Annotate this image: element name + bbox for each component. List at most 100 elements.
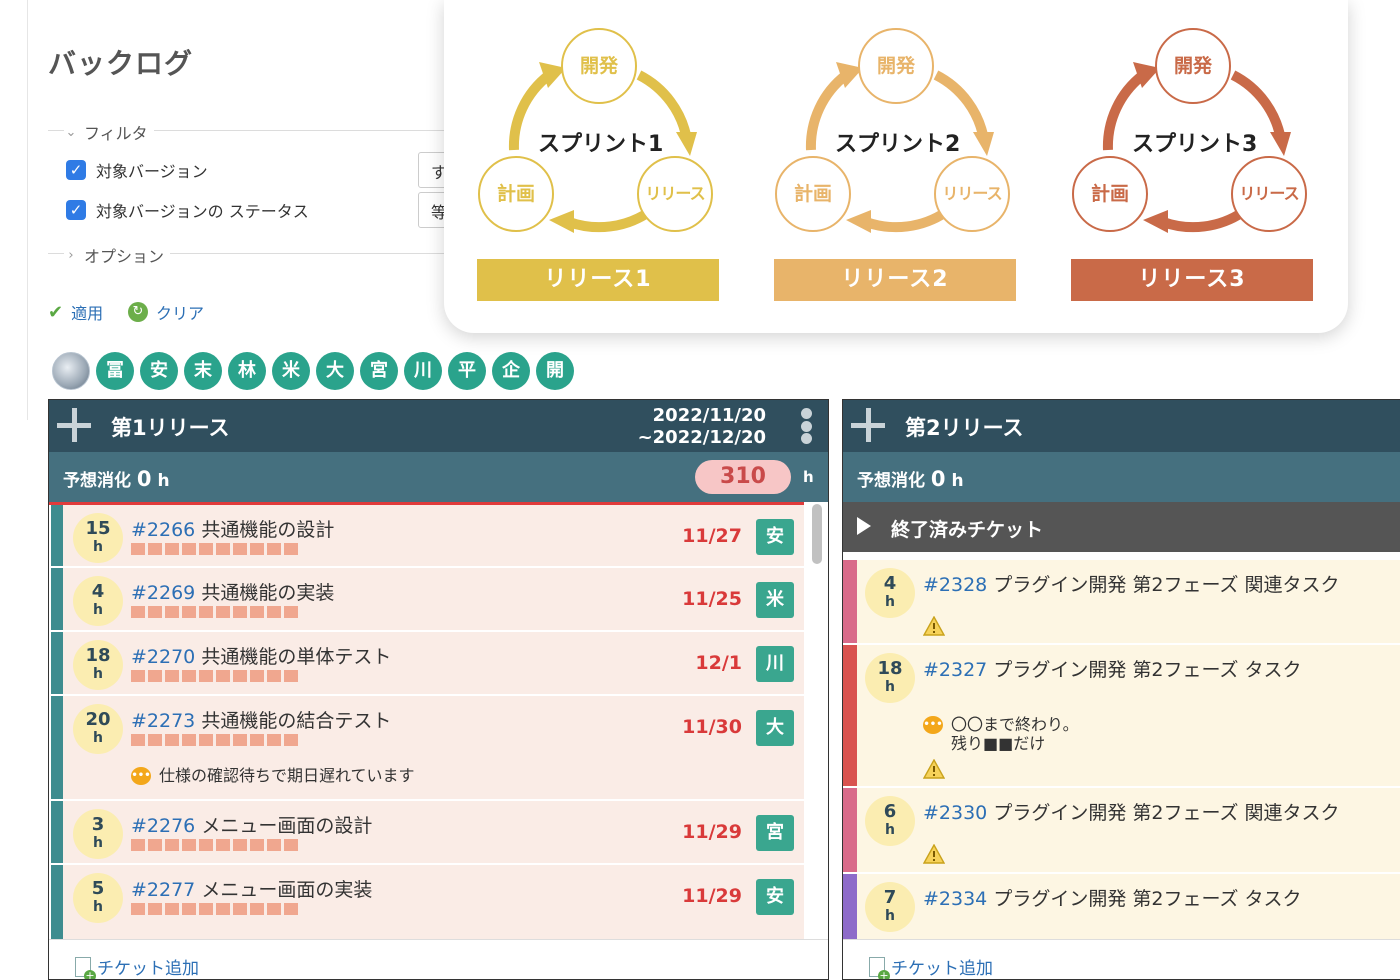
filter-legend-label: フィルタ [84,124,148,143]
add-document-icon [869,956,890,979]
ticket-subject: 共通機能の結合テスト [201,710,392,732]
apply-label: 適用 [71,304,104,323]
member-avatar[interactable]: 安 [140,352,178,390]
hours-value: 20 [85,709,111,730]
user-photo-avatar[interactable] [52,352,90,390]
ticket-id-link[interactable]: #2334 [923,888,987,910]
plus-icon[interactable] [851,408,885,442]
ticket-id-link[interactable]: #2269 [131,582,195,604]
member-avatar[interactable]: 川 [404,352,442,390]
assignee-badge[interactable]: 安 [756,519,794,555]
capacity-badge: 310 [695,460,791,494]
ticket-comment-text: 仕様の確認待ちで期日遅れています [159,766,415,785]
cycle-node-dev: 開発 [1155,28,1231,104]
release-end-date: ~2022/12/20 [637,427,766,448]
member-avatar[interactable]: 企 [492,352,530,390]
ticket-title: #2334 プラグイン開発 第2フェーズ タスク [923,884,1302,911]
ticket-id-link[interactable]: #2330 [923,802,987,824]
left-divider [27,0,28,420]
estimate: 予想消化 0 h [63,466,170,491]
release-title: 第1リリース [111,416,230,440]
due-date: 11/30 [682,716,742,738]
ticket-id-link[interactable]: #2270 [131,646,195,668]
ticket-card[interactable]: 5h #2277 メニュー画面の実装 11/29 安 [51,865,804,939]
checkbox-checked-icon[interactable]: ✓ [66,160,86,180]
closed-tickets-toggle[interactable]: 終了済みチケット [843,502,1400,552]
checkbox-checked-icon[interactable]: ✓ [66,200,86,220]
member-avatar[interactable]: 林 [228,352,266,390]
ticket-title: #2270 共通機能の単体テスト [131,642,391,669]
member-avatars: 冨 安 末 林 米 大 宮 川 平 企 開 [52,352,574,390]
ticket-id-link[interactable]: #2328 [923,574,987,596]
progress-blocks [131,839,298,851]
assignee-badge[interactable]: 宮 [756,815,794,851]
ticket-subject: プラグイン開発 第2フェーズ タスク [993,659,1302,681]
release-bar: リリース2 [774,259,1016,301]
ticket-title: #2269 共通機能の実装 [131,578,334,605]
filter-legend[interactable]: ⌄ フィルタ [64,120,154,144]
estimate-unit: h [951,471,964,491]
kebab-menu-icon[interactable] [800,408,812,444]
ticket-card[interactable]: 4h #2269 共通機能の実装 11/25 米 [51,568,804,632]
ticket-subject: 共通機能の単体テスト [201,646,392,668]
hours-unit: h [885,594,895,610]
release-start-date: 2022/11/20 [652,405,766,426]
closed-tickets-label: 終了済みチケット [891,519,1044,541]
ticket-subject: メニュー画面の設計 [201,815,373,837]
ticket-id-link[interactable]: #2276 [131,815,195,837]
ticket-comment: ••• 〇〇まで終わり。 残り■■だけ [923,715,1079,753]
member-avatar[interactable]: 開 [536,352,574,390]
sprint-name: スプリント1 [538,132,664,157]
ticket-id-link[interactable]: #2273 [131,710,195,732]
ticket-color-bar [51,801,63,863]
clear-button[interactable]: ↻ クリア [128,300,204,324]
comment-bubble-icon: ••• [131,767,151,785]
ticket-subject: プラグイン開発 第2フェーズ タスク [993,888,1302,910]
ticket-id-link[interactable]: #2327 [923,659,987,681]
assignee-badge[interactable]: 川 [756,646,794,682]
member-avatar[interactable]: 冨 [96,352,134,390]
apply-button[interactable]: ✔ 適用 [48,300,103,324]
ticket-list-scrollbar[interactable] [812,504,822,564]
hours-value: 3 [91,814,105,835]
ticket-card[interactable]: 20 h #2273 共通機能の結合テスト 11/30 大 ••• 仕様の確認待ち… [51,696,804,801]
release-header: 第1リリース 2022/11/20 ~2022/12/20 [49,400,828,452]
ticket-color-bar [843,788,857,872]
release-footer: チケット追加 [843,939,1400,979]
assignee-badge[interactable]: 安 [756,879,794,915]
assignee-badge[interactable]: 米 [756,582,794,618]
filter-row-version[interactable]: ✓ 対象バージョン [66,158,208,182]
ticket-subject: 共通機能の実装 [201,582,335,604]
ticket-card[interactable]: 6h #2330 プラグイン開発 第2フェーズ 関連タスク [843,788,1400,874]
hours-unit: h [93,539,103,555]
add-ticket-button[interactable]: チケット追加 [75,954,199,979]
hours-unit: h [93,666,103,682]
member-avatar[interactable]: 宮 [360,352,398,390]
ticket-card[interactable]: 4h #2328 プラグイン開発 第2フェーズ 関連タスク [843,560,1400,645]
plus-icon[interactable] [57,408,91,442]
member-avatar[interactable]: 大 [316,352,354,390]
cycle-node-release: リリース [1231,156,1307,232]
options-legend[interactable]: › オプション [64,243,171,267]
ticket-id-link[interactable]: #2277 [131,879,195,901]
page-title: バックログ [48,47,194,80]
ticket-card[interactable]: 15 h #2266 共通機能の設計 11/27 安 [51,505,804,568]
filter-row-version-status[interactable]: ✓ 対象バージョンの ステータス [66,198,309,222]
ticket-color-bar [51,865,63,939]
member-avatar[interactable]: 末 [184,352,222,390]
member-avatar[interactable]: 平 [448,352,486,390]
ticket-id-link[interactable]: #2266 [131,519,195,541]
ticket-card[interactable]: 18 h #2327 プラグイン開発 第2フェーズ タスク ••• 〇〇まで終わり… [843,645,1400,788]
hours-badge: 3h [73,809,123,859]
ticket-card[interactable]: 7h #2334 プラグイン開発 第2フェーズ タスク [843,874,1400,939]
ticket-card[interactable]: 3h #2276 メニュー画面の設計 11/29 宮 [51,801,804,865]
estimate-value: 0 [136,467,152,491]
comment-line: 〇〇まで終わり。 [951,715,1079,734]
member-avatar[interactable]: 米 [272,352,310,390]
sprint-cycle-3: 開発 計画 リリース スプリント3 リリース3 [1038,0,1313,310]
hours-badge: 7h [865,882,915,932]
cycle-node-plan: 計画 [478,156,554,232]
assignee-badge[interactable]: 大 [756,710,794,746]
add-ticket-button[interactable]: チケット追加 [869,954,993,979]
ticket-card[interactable]: 18 h #2270 共通機能の単体テスト 12/1 川 [51,632,804,696]
